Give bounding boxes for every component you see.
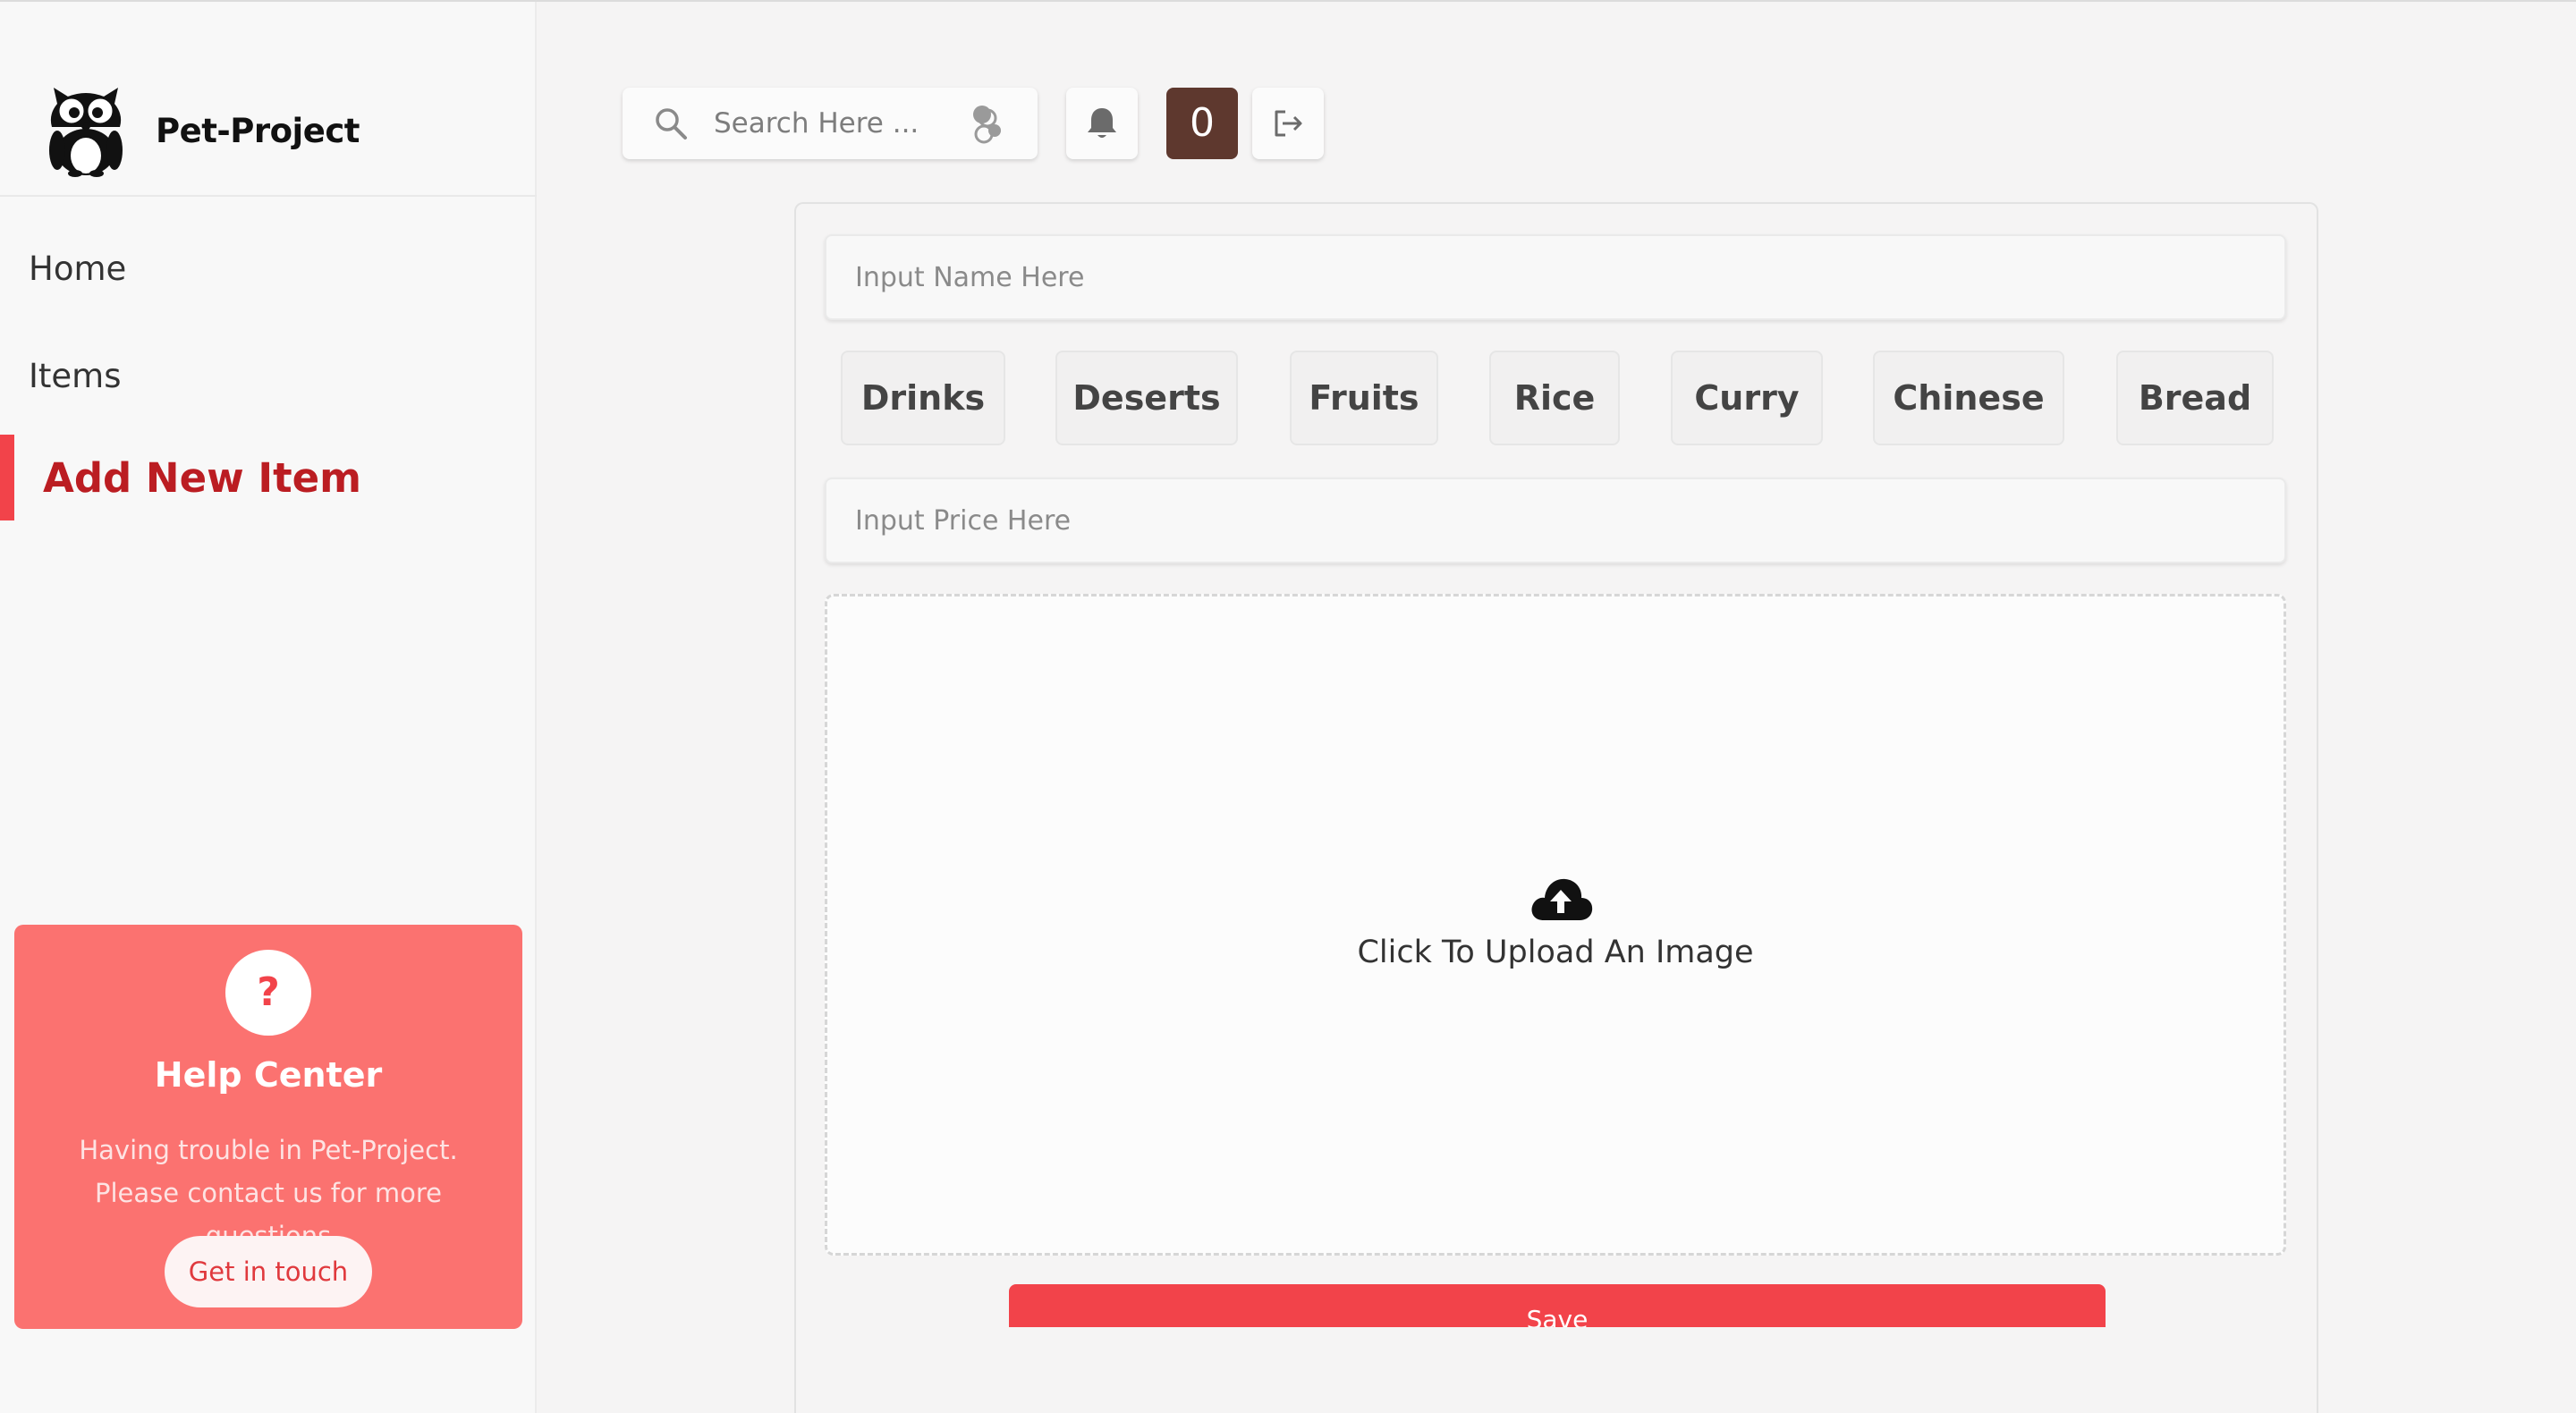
owl-logo-icon: [49, 88, 123, 177]
search-bar: [623, 88, 1038, 159]
category-rice[interactable]: Rice: [1489, 351, 1620, 445]
bell-icon: [1088, 108, 1116, 138]
category-deserts[interactable]: Deserts: [1055, 351, 1238, 445]
help-center-card: ? Help Center Having trouble in Pet-Proj…: [14, 925, 522, 1329]
category-chinese[interactable]: Chinese: [1873, 351, 2064, 445]
category-bread[interactable]: Bread: [2116, 351, 2274, 445]
logout-button[interactable]: [1252, 88, 1324, 159]
save-button-container: Save: [1009, 1284, 2106, 1327]
help-title: Help Center: [154, 1055, 383, 1095]
image-upload-dropzone[interactable]: Click To Upload An Image: [825, 594, 2286, 1256]
search-icon[interactable]: [653, 106, 689, 141]
question-mark-icon: ?: [225, 950, 311, 1036]
app-name: Pet-Project: [156, 111, 360, 150]
category-fruits[interactable]: Fruits: [1290, 351, 1438, 445]
notifications-button[interactable]: [1066, 88, 1138, 159]
upload-label: Click To Upload An Image: [1357, 935, 1754, 970]
search-input[interactable]: [714, 97, 955, 150]
sidebar-item-label: Items: [29, 356, 122, 395]
divider: [0, 195, 537, 197]
sidebar-item-label: Add New Item: [43, 453, 362, 502]
sidebar-item-home[interactable]: Home: [0, 225, 537, 311]
sidebar-item-items[interactable]: Items: [0, 333, 537, 419]
name-field: [825, 234, 2286, 320]
sidebar: Pet-Project Home Items Add New Item ? He…: [0, 2, 537, 1413]
filter-icon[interactable]: [966, 102, 1009, 147]
price-input[interactable]: [826, 479, 2284, 562]
name-input[interactable]: [826, 236, 2284, 318]
get-in-touch-button[interactable]: Get in touch: [165, 1236, 372, 1307]
save-button[interactable]: Save: [1009, 1284, 2106, 1327]
sidebar-item-label: Home: [29, 249, 127, 288]
sidebar-item-add-new-item[interactable]: Add New Item: [0, 435, 537, 520]
logout-icon: [1275, 110, 1302, 137]
brand[interactable]: Pet-Project: [45, 84, 360, 177]
count-badge[interactable]: 0: [1166, 88, 1238, 159]
price-field: [825, 478, 2286, 563]
category-curry[interactable]: Curry: [1671, 351, 1823, 445]
category-drinks[interactable]: Drinks: [841, 351, 1005, 445]
cloud-upload-icon: [1531, 878, 1593, 920]
